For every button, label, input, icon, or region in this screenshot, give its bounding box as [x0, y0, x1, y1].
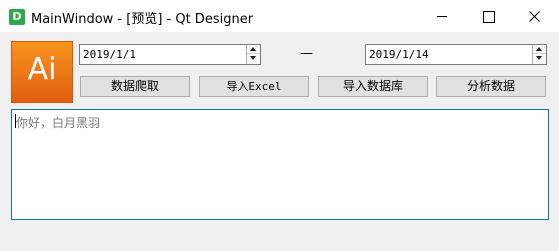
maximize-button[interactable] — [465, 0, 511, 33]
ai-logo: Ai — [11, 41, 73, 103]
date-range-separator: — — [300, 46, 313, 61]
analyze-data-button[interactable]: 分析数据 — [436, 76, 546, 97]
start-date-value[interactable]: 2019/1/1 — [83, 47, 136, 62]
close-icon — [529, 11, 540, 22]
text-edit-placeholder: 你好，白月黑羽 — [16, 116, 101, 130]
start-date-spinner[interactable] — [246, 45, 260, 64]
end-date-up-arrow-icon[interactable] — [533, 45, 546, 54]
window-title: MainWindow - [预览] - Qt Designer — [31, 12, 254, 27]
title-bar[interactable]: D MainWindow - [预览] - Qt Designer — [0, 0, 559, 33]
import-database-button[interactable]: 导入数据库 — [318, 76, 428, 97]
end-date-down-arrow-icon[interactable] — [533, 54, 546, 63]
logo-text: Ai — [27, 52, 57, 87]
minimize-button[interactable] — [419, 0, 465, 33]
end-date-edit[interactable]: 2019/1/14 — [365, 44, 547, 65]
start-date-down-arrow-icon[interactable] — [247, 54, 260, 63]
start-date-edit[interactable]: 2019/1/1 — [79, 44, 261, 65]
end-date-value[interactable]: 2019/1/14 — [369, 47, 429, 62]
qt-designer-icon: D — [9, 9, 25, 25]
close-button[interactable] — [511, 0, 557, 33]
crawl-data-button[interactable]: 数据爬取 — [80, 76, 190, 97]
export-excel-button[interactable]: 导入Excel — [199, 76, 309, 97]
output-text-edit[interactable]: 你好，白月黑羽 — [11, 109, 549, 220]
end-date-spinner[interactable] — [532, 45, 546, 64]
start-date-up-arrow-icon[interactable] — [247, 45, 260, 54]
